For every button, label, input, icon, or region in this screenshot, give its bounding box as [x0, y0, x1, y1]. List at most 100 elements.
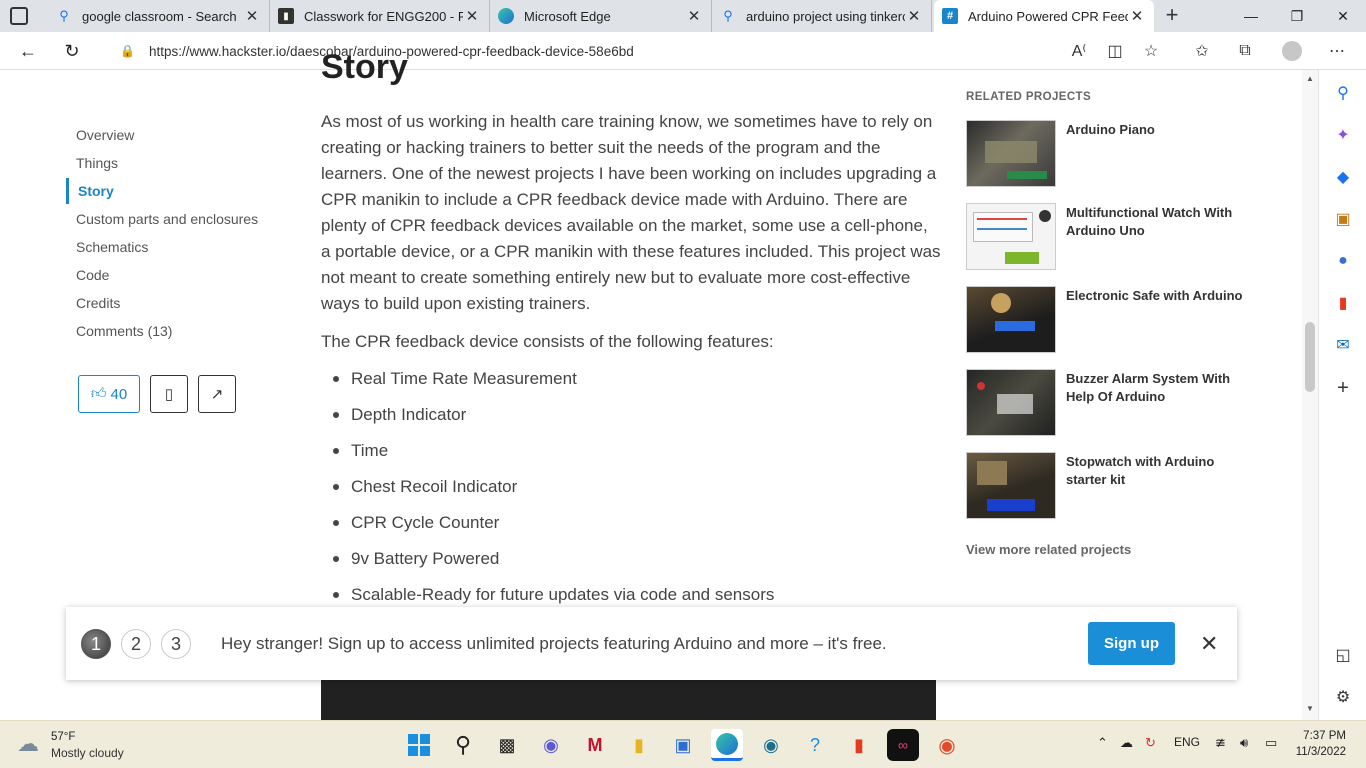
- app-icon[interactable]: ◉: [755, 729, 787, 761]
- toc-overview[interactable]: Overview: [76, 127, 134, 143]
- refresh-button[interactable]: ↻: [57, 36, 87, 66]
- edge-taskbar-icon[interactable]: [711, 729, 743, 761]
- close-icon[interactable]: ✕: [1200, 631, 1218, 657]
- weather-temp[interactable]: 57°F: [51, 731, 75, 743]
- hackster-icon: #: [942, 8, 958, 24]
- immersive-reader-icon[interactable]: ◫: [1100, 36, 1130, 66]
- sync-icon[interactable]: ↻: [1145, 735, 1156, 751]
- story-paragraph: As most of us working in health care tra…: [321, 112, 941, 313]
- related-thumbnail[interactable]: [966, 203, 1056, 270]
- related-thumbnail[interactable]: [966, 120, 1056, 187]
- windows-start-icon[interactable]: [403, 729, 435, 761]
- feature-item: CPR Cycle Counter: [351, 513, 500, 532]
- related-title[interactable]: Stopwatch with Arduino starter kit: [1066, 453, 1246, 489]
- store-icon[interactable]: ▣: [667, 729, 699, 761]
- back-button[interactable]: ←: [13, 36, 43, 66]
- outlook-icon[interactable]: ✉: [1331, 333, 1355, 357]
- weather-desc[interactable]: Mostly cloudy: [51, 746, 124, 760]
- page-scrollbar[interactable]: ▲ ▼: [1302, 70, 1318, 720]
- view-more-related-link[interactable]: View more related projects: [966, 542, 1131, 557]
- add-favorite-icon[interactable]: ☆: [1136, 36, 1166, 66]
- tab-google-classroom-search[interactable]: ⚲ google classroom - Search ✕: [48, 0, 270, 32]
- wifi-icon[interactable]: ≇: [1215, 735, 1226, 751]
- office-icon[interactable]: ▮: [1331, 291, 1355, 315]
- signup-button[interactable]: Sign up: [1088, 622, 1175, 665]
- volume-icon[interactable]: 🔊︎: [1240, 735, 1248, 751]
- tab-strip: ⚲ google classroom - Search ✕ ▮ Classwor…: [0, 0, 1366, 32]
- toc-schematics[interactable]: Schematics: [76, 239, 148, 255]
- search-icon[interactable]: ⚲: [447, 729, 479, 761]
- related-thumbnail[interactable]: [966, 452, 1056, 519]
- minimize-button[interactable]: —: [1228, 0, 1274, 32]
- tab-microsoft-edge[interactable]: Microsoft Edge ✕: [490, 0, 712, 32]
- chat-icon[interactable]: ◉: [535, 729, 567, 761]
- tray-overflow-icon[interactable]: ⌃: [1097, 735, 1108, 751]
- task-view-icon[interactable]: ▩: [491, 729, 523, 761]
- toc-things[interactable]: Things: [76, 155, 118, 171]
- close-icon[interactable]: ✕: [905, 7, 923, 25]
- tab-arduino-cpr[interactable]: # Arduino Powered CPR Feedb ✕: [934, 0, 1154, 32]
- settings-more-icon[interactable]: ⋯: [1322, 36, 1352, 66]
- clock-time[interactable]: 7:37 PM: [1300, 730, 1346, 742]
- read-aloud-icon[interactable]: A⁽: [1064, 36, 1094, 66]
- profile-avatar[interactable]: [1277, 36, 1307, 66]
- mcafee-icon[interactable]: M: [579, 729, 611, 761]
- onedrive-icon[interactable]: ☁: [1120, 735, 1133, 751]
- toc-comments[interactable]: Comments (13): [76, 323, 172, 339]
- tab-arduino-search[interactable]: ⚲ arduino project using tinkerca ✕: [712, 0, 932, 32]
- window-close-button[interactable]: ✕: [1320, 0, 1366, 32]
- weather-cloudy-icon[interactable]: ☁: [17, 731, 39, 757]
- related-thumbnail[interactable]: [966, 369, 1056, 436]
- features-intro: The CPR feedback device consists of the …: [321, 332, 774, 351]
- battery-icon[interactable]: ▭: [1265, 735, 1277, 751]
- feature-item: 9v Battery Powered: [351, 549, 500, 568]
- scrollbar-thumb[interactable]: [1305, 322, 1315, 392]
- related-title[interactable]: Electronic Safe with Arduino: [1066, 287, 1246, 305]
- scroll-down-icon[interactable]: ▼: [1306, 704, 1314, 713]
- toc-code[interactable]: Code: [76, 267, 109, 283]
- close-icon[interactable]: ✕: [1128, 7, 1146, 25]
- tab-classwork[interactable]: ▮ Classwork for ENGG200 - Fall ✕: [270, 0, 490, 32]
- restore-button[interactable]: ❐: [1274, 0, 1320, 32]
- related-thumbnail[interactable]: [966, 286, 1056, 353]
- file-explorer-icon[interactable]: ▮: [623, 729, 655, 761]
- feature-item: Depth Indicator: [351, 405, 467, 424]
- discover-icon[interactable]: ✦: [1331, 123, 1355, 147]
- bullet: [333, 484, 339, 490]
- close-icon[interactable]: ✕: [243, 7, 261, 25]
- bookmark-icon: ▯: [164, 386, 174, 403]
- related-title[interactable]: Multifunctional Watch With Arduino Uno: [1066, 204, 1246, 240]
- tools-icon[interactable]: ▣: [1331, 207, 1355, 231]
- respect-button[interactable]: 👍︎ 40: [78, 375, 140, 413]
- add-sidebar-icon[interactable]: +: [1331, 376, 1355, 400]
- games-icon[interactable]: ●: [1331, 249, 1355, 273]
- scroll-up-icon[interactable]: ▲: [1306, 74, 1314, 83]
- embedded-media[interactable]: [321, 680, 936, 720]
- classroom-icon: ▮: [278, 8, 294, 24]
- collections-icon[interactable]: ⧉: [1230, 36, 1260, 66]
- creative-cloud-icon[interactable]: ∞: [887, 729, 919, 761]
- search-icon[interactable]: ⚲: [1331, 81, 1355, 105]
- url-field[interactable]: 🔒 https://www.hackster.io/daescobar/ardu…: [100, 36, 1174, 66]
- toc-credits[interactable]: Credits: [76, 295, 120, 311]
- tab-actions-icon[interactable]: [10, 7, 28, 25]
- favorites-icon[interactable]: ✩: [1187, 36, 1217, 66]
- bookmark-button[interactable]: ▯: [150, 375, 188, 413]
- related-title[interactable]: Arduino Piano: [1066, 121, 1246, 139]
- toc-story[interactable]: Story: [78, 183, 114, 199]
- related-title[interactable]: Buzzer Alarm System With Help Of Arduino: [1066, 370, 1246, 406]
- new-tab-button[interactable]: +: [1160, 4, 1184, 28]
- language-indicator[interactable]: ENG: [1174, 735, 1200, 749]
- gear-icon[interactable]: ⚙: [1331, 685, 1355, 709]
- bullet: [333, 520, 339, 526]
- help-icon[interactable]: ?: [799, 729, 831, 761]
- chrome-icon[interactable]: ◉: [931, 729, 963, 761]
- close-icon[interactable]: ✕: [685, 7, 703, 25]
- clock-date[interactable]: 11/3/2022: [1290, 746, 1346, 758]
- shopping-icon[interactable]: ◆: [1331, 165, 1355, 189]
- share-button[interactable]: ↗: [198, 375, 236, 413]
- toc-custom-parts[interactable]: Custom parts and enclosures: [76, 211, 258, 227]
- hide-sidebar-icon[interactable]: ◱: [1331, 643, 1355, 667]
- close-icon[interactable]: ✕: [463, 7, 481, 25]
- office-icon[interactable]: ▮: [843, 729, 875, 761]
